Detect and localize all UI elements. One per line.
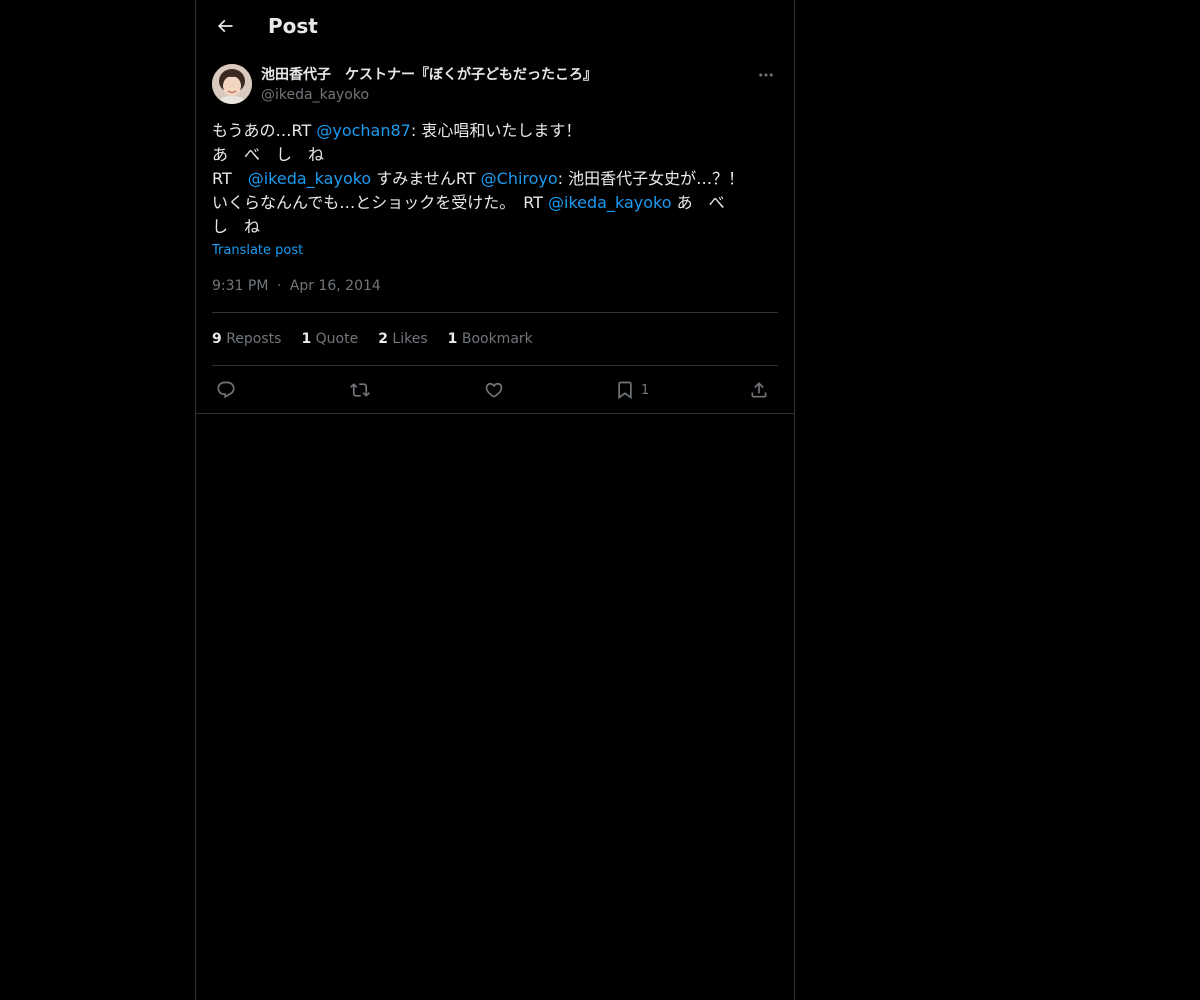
stat-count: 1 [447, 331, 458, 347]
post-text-fragment: すみませんRT [371, 169, 481, 188]
bookmark-button[interactable]: 1 [615, 374, 649, 406]
stat-bookmarks[interactable]: 1 Bookmark [448, 329, 533, 351]
stat-label: Reposts [226, 331, 282, 347]
post-stats: 9 Reposts 1 Quote 2 Likes 1 Bookmark [212, 329, 553, 351]
bookmark-count: 1 [641, 382, 650, 398]
like-button[interactable] [484, 374, 504, 406]
divider [212, 312, 778, 313]
heart-icon [485, 382, 503, 398]
post-time: 9:31 PM [212, 278, 269, 294]
repost-button[interactable] [350, 374, 370, 406]
mention-link[interactable]: @Chiroyo [481, 169, 558, 188]
main-column: Post 池田香代子 ケストナー『ぼくが子どもだったころ』 @ikeda_kay… [195, 0, 795, 1000]
stat-likes[interactable]: 2 Likes [378, 329, 427, 351]
share-icon [751, 382, 767, 398]
avatar-image [212, 64, 252, 104]
stat-label: Quote [315, 331, 359, 347]
section-divider [196, 413, 794, 414]
bookmark-icon [618, 381, 632, 400]
more-horizontal-icon [759, 73, 773, 77]
mention-link[interactable]: @yochan87 [316, 121, 411, 140]
reply-button[interactable] [216, 374, 236, 406]
post-timestamp[interactable]: 9:31 PM · Apr 16, 2014 [212, 276, 381, 296]
stat-count: 1 [301, 331, 312, 347]
stat-label: Likes [392, 331, 428, 347]
reply-icon [217, 381, 235, 399]
stat-reposts[interactable]: 9 Reposts [212, 329, 281, 351]
share-button[interactable] [749, 374, 769, 406]
stat-count: 9 [212, 331, 222, 347]
author-display-name[interactable]: 池田香代子 ケストナー『ぼくが子どもだったころ』 [261, 65, 597, 85]
stat-label: Bookmark [461, 331, 533, 347]
post-date: Apr 16, 2014 [289, 278, 381, 294]
divider [212, 365, 778, 366]
more-options-button[interactable] [754, 64, 778, 86]
post-actions: 1 [212, 374, 778, 406]
timestamp-separator: · [276, 278, 282, 294]
mention-link[interactable]: @ikeda_kayoko [248, 169, 371, 188]
post-text: もうあの…RT @yochan87: 衷心唱和いたします！ あ べ し ね RT… [212, 119, 778, 239]
stat-quotes[interactable]: 1 Quote [301, 329, 358, 351]
back-button[interactable] [208, 9, 242, 43]
top-bar: Post [196, 0, 794, 53]
post-author: 池田香代子 ケストナー『ぼくが子どもだったころ』 @ikeda_kayoko [212, 64, 778, 108]
mention-link[interactable]: @ikeda_kayoko [548, 193, 671, 212]
page-title: Post [268, 14, 318, 38]
stat-count: 2 [378, 331, 388, 347]
post-text-fragment: もうあの…RT [212, 121, 317, 140]
repost-icon [350, 383, 370, 397]
translate-post-link[interactable]: Translate post [212, 242, 303, 260]
arrow-left-icon [217, 19, 233, 33]
avatar[interactable] [212, 64, 252, 104]
author-handle[interactable]: @ikeda_kayoko [261, 85, 369, 105]
